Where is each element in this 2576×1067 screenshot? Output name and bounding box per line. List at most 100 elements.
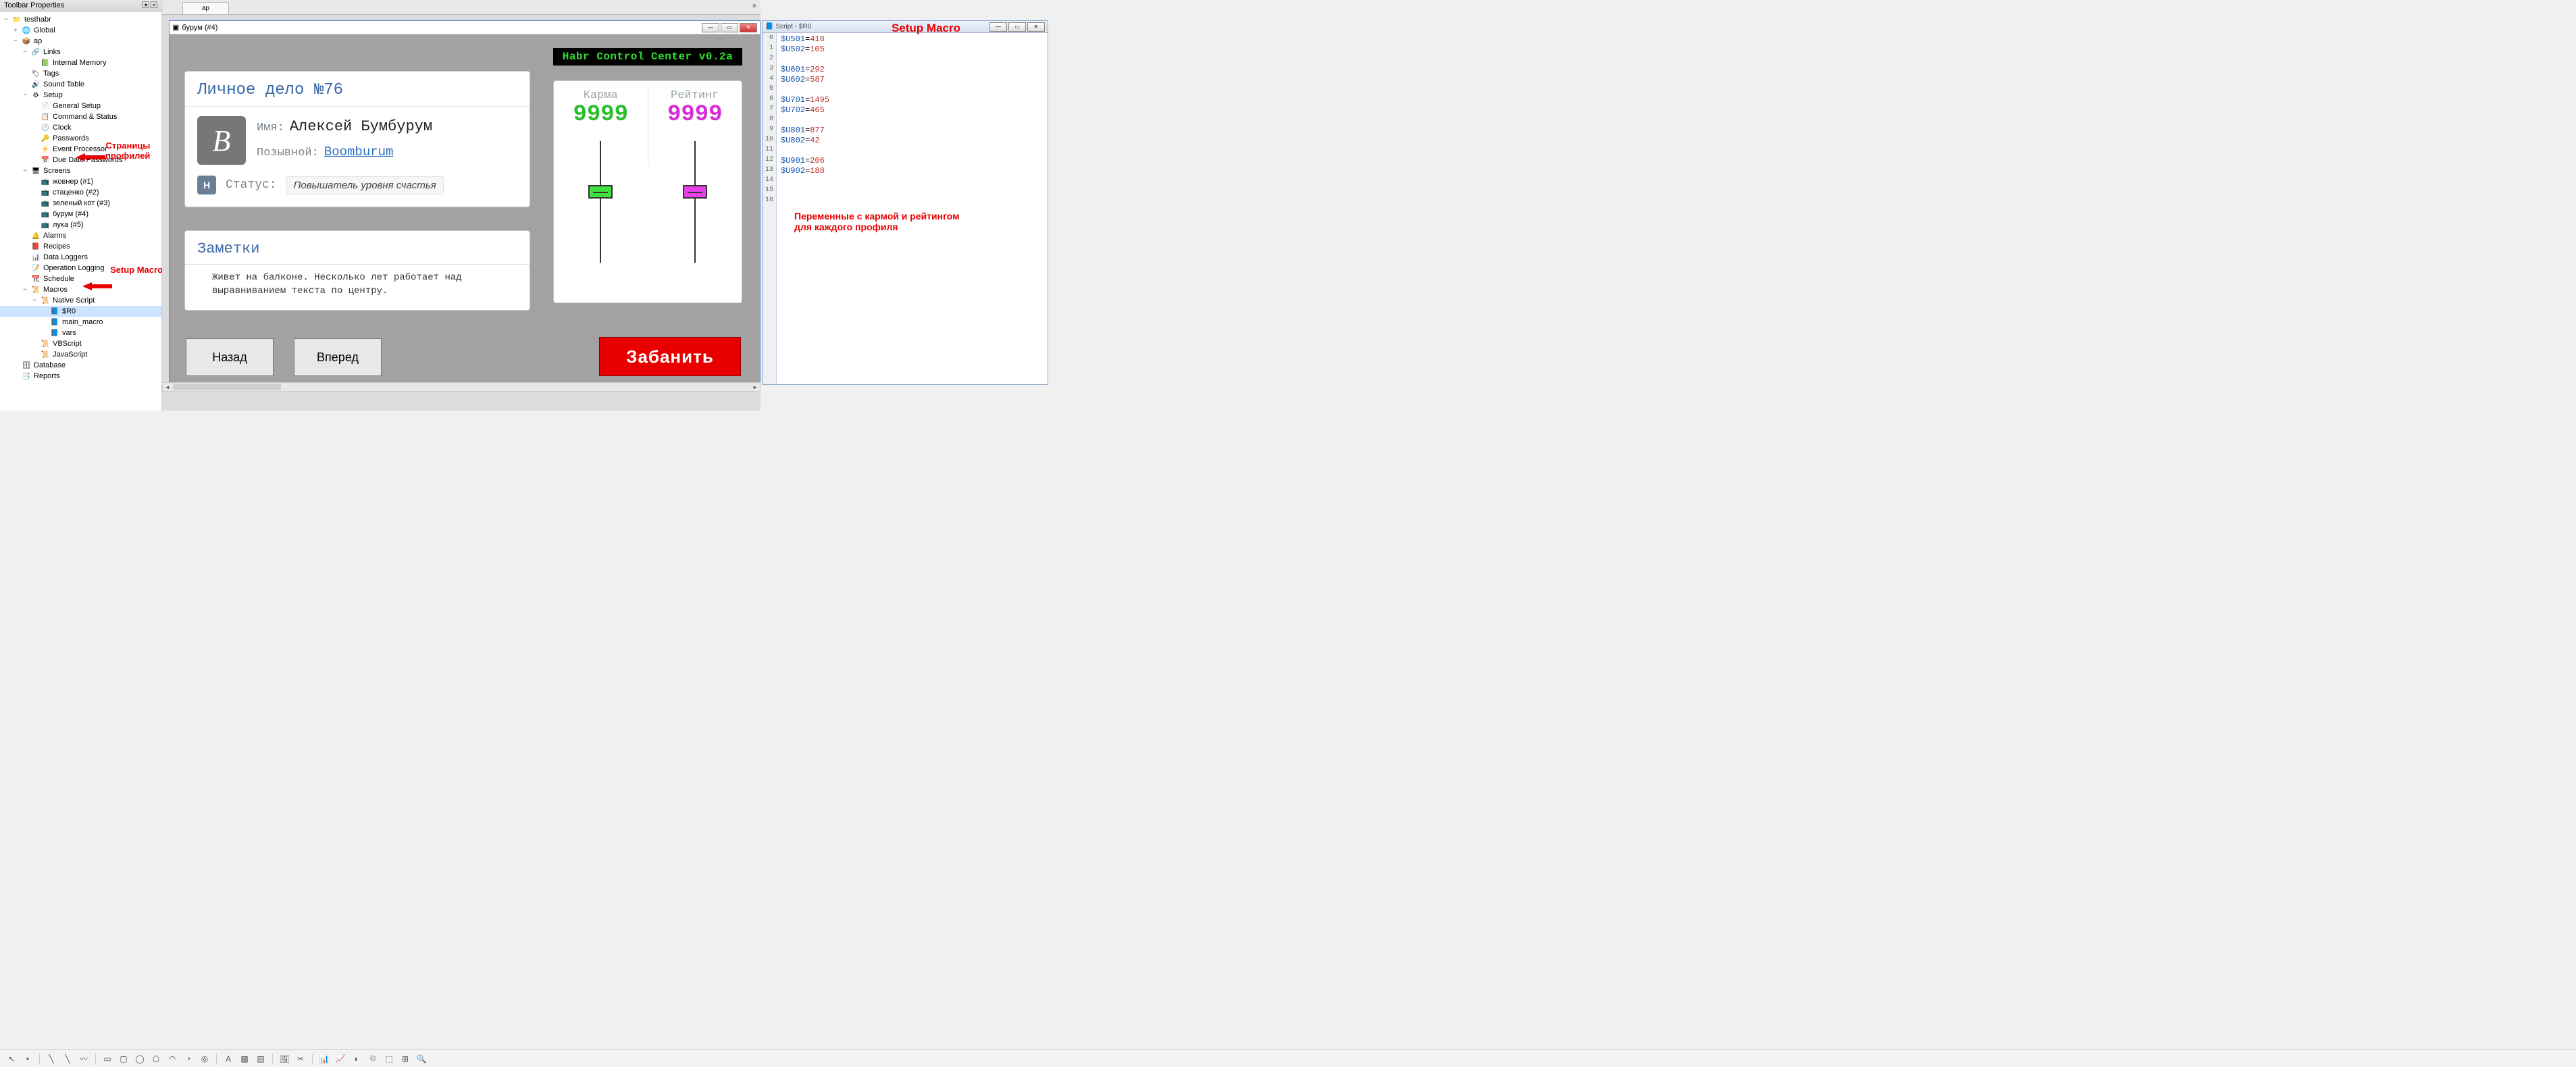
tree-node[interactable]: −🔗Links	[0, 47, 161, 57]
tree-node[interactable]: 📄General Setup	[0, 101, 161, 111]
bottom-toolbar: ↖ • ╲ ╲ 〰 ▭ ▢ ◯ ⬠ ◠ ◔ ◎ A ▦ ▤ 🖼 ✂ 📊 📈 ◐ …	[0, 1049, 2576, 1067]
tree-node[interactable]: 🔔Alarms	[0, 230, 161, 241]
forward-button[interactable]: Вперед	[294, 338, 382, 376]
minimize-button[interactable]: —	[989, 22, 1007, 32]
tree-node[interactable]: 📺жовнер (#1)	[0, 176, 161, 187]
tool-rect-icon[interactable]: ▭	[101, 1053, 113, 1065]
project-tree[interactable]: − 📁 testhabr +🌐Global−📦ap−🔗Links📗Interna…	[0, 11, 161, 411]
scroll-left-icon[interactable]: ◄	[163, 383, 172, 391]
tree-node[interactable]: 📘main_macro	[0, 317, 161, 328]
tree-node[interactable]: 🏷Tags	[0, 68, 161, 79]
tree-node[interactable]: 🕐Clock	[0, 122, 161, 133]
tool-line-icon[interactable]: ╲	[45, 1053, 57, 1065]
ban-button[interactable]: Забанить	[599, 337, 741, 376]
tree-node[interactable]: 📺стаценко (#2)	[0, 187, 161, 198]
tool-meter-icon[interactable]: ⏲	[367, 1053, 379, 1065]
expand-icon[interactable]: +	[12, 27, 19, 34]
scrollbar-thumb[interactable]	[173, 384, 281, 390]
back-button[interactable]: Назад	[186, 338, 274, 376]
tool-clip-icon[interactable]: ✂	[294, 1053, 307, 1065]
tree-node[interactable]: 📜JavaScript	[0, 349, 161, 360]
slider-handle[interactable]	[683, 185, 707, 199]
node-label: Reports	[34, 372, 60, 380]
scroll-right-icon[interactable]: ►	[750, 383, 760, 391]
node-icon: 📜	[31, 285, 41, 294]
tool-grid-icon[interactable]: ▤	[255, 1053, 267, 1065]
expand-icon[interactable]: −	[22, 49, 28, 55]
tool-ellipse-icon[interactable]: ◯	[134, 1053, 146, 1065]
expand-icon[interactable]: −	[22, 92, 28, 99]
pin-close-icon[interactable]: ×	[151, 1, 157, 8]
tree-node[interactable]: 📘vars	[0, 328, 161, 338]
tree-node[interactable]: 📕Recipes	[0, 241, 161, 252]
tree-node[interactable]: 🔑Passwords	[0, 133, 161, 144]
tree-root[interactable]: − 📁 testhabr	[0, 14, 161, 25]
tree-node[interactable]: ⚡Event Processor	[0, 144, 161, 155]
horizontal-scrollbar[interactable]: ◄ ►	[162, 382, 761, 392]
tree-node[interactable]: −📦ap	[0, 36, 161, 47]
tool-pie-icon[interactable]: ◔	[182, 1053, 195, 1065]
expand-icon[interactable]: −	[22, 286, 28, 293]
code-editor[interactable]: 012345678910111213141516 $U501=418$U502=…	[763, 33, 1048, 384]
tree-node[interactable]: 📊Data Loggers	[0, 252, 161, 263]
tool-polyline-icon[interactable]: 〰	[78, 1053, 90, 1065]
tree-node[interactable]: −⚙Setup	[0, 90, 161, 101]
minimize-button[interactable]: —	[702, 23, 719, 32]
slider-handle[interactable]	[588, 185, 613, 199]
tab-ap[interactable]: ap	[182, 2, 229, 14]
tool-chart-icon[interactable]: 📊	[318, 1053, 330, 1065]
pin-down-icon[interactable]: ▾	[143, 1, 149, 8]
tree-node[interactable]: 📺зеленый кот (#3)	[0, 198, 161, 209]
close-button[interactable]: ✕	[740, 23, 757, 32]
rating-value: 9999	[667, 102, 723, 128]
tree-node[interactable]: 📜VBScript	[0, 338, 161, 349]
tool-gauge-icon[interactable]: ◐	[351, 1053, 363, 1065]
tree-node[interactable]: −📜Native Script	[0, 295, 161, 306]
tool-search-icon[interactable]: 🔍	[415, 1053, 428, 1065]
tool-group-icon[interactable]: ⊞	[399, 1053, 411, 1065]
tool-line-icon[interactable]: ╲	[61, 1053, 74, 1065]
node-icon: 📜	[41, 339, 50, 348]
tool-text-icon[interactable]: A	[222, 1053, 234, 1065]
tool-polygon-icon[interactable]: ⬠	[150, 1053, 162, 1065]
tree-node[interactable]: 📺бурум (#4)	[0, 209, 161, 219]
tree-node[interactable]: 📅Due Date Passwords	[0, 155, 161, 165]
tree-node[interactable]: 📆Schedule	[0, 274, 161, 284]
tree-node[interactable]: 📑Reports	[0, 371, 161, 382]
tab-close-icon[interactable]: ×	[752, 2, 756, 10]
tree-node[interactable]: 🔊Sound Table	[0, 79, 161, 90]
expand-icon[interactable]: −	[3, 16, 9, 23]
tree-node[interactable]: −🖥Screens	[0, 165, 161, 176]
tool-arc-icon[interactable]: ◠	[166, 1053, 178, 1065]
tool-table-icon[interactable]: ▦	[238, 1053, 251, 1065]
rating-slider[interactable]	[694, 141, 696, 263]
node-icon: 🌐	[22, 26, 31, 35]
maximize-button[interactable]: ▭	[1008, 22, 1026, 32]
node-icon: 📜	[41, 350, 50, 359]
tree-node[interactable]: 📗Internal Memory	[0, 57, 161, 68]
tool-dot-icon[interactable]: •	[22, 1053, 34, 1065]
tool-donut-icon[interactable]: ◎	[199, 1053, 211, 1065]
tool-image-icon[interactable]: 🖼	[278, 1053, 290, 1065]
expand-icon[interactable]: −	[12, 38, 19, 45]
tree-node[interactable]: 📝Operation Logging	[0, 263, 161, 274]
callsign-link[interactable]: Boomburum	[324, 145, 394, 159]
tree-node[interactable]: 🗄Database	[0, 360, 161, 371]
expand-icon[interactable]: −	[22, 167, 28, 174]
tree-node[interactable]: −📜Macros	[0, 284, 161, 295]
node-label: Alarms	[43, 232, 66, 240]
tool-widget-icon[interactable]: ⬚	[383, 1053, 395, 1065]
close-button[interactable]: ✕	[1027, 22, 1045, 32]
tool-pointer-icon[interactable]: ↖	[5, 1053, 18, 1065]
tool-graph-icon[interactable]: 📈	[334, 1053, 346, 1065]
tool-roundrect-icon[interactable]: ▢	[118, 1053, 130, 1065]
tree-node[interactable]: +🌐Global	[0, 25, 161, 36]
maximize-button[interactable]: ▭	[721, 23, 738, 32]
tree-node[interactable]: 📋Command & Status	[0, 111, 161, 122]
notes-card: Заметки Живет на балконе. Несколько лет …	[184, 230, 530, 311]
tree-node[interactable]: 📺лука (#5)	[0, 219, 161, 230]
tree-node[interactable]: 📘$R0	[0, 306, 161, 317]
expand-icon[interactable]: −	[31, 297, 38, 304]
karma-slider[interactable]	[600, 141, 601, 263]
rating-meter: Рейтинг 9999	[648, 81, 742, 303]
